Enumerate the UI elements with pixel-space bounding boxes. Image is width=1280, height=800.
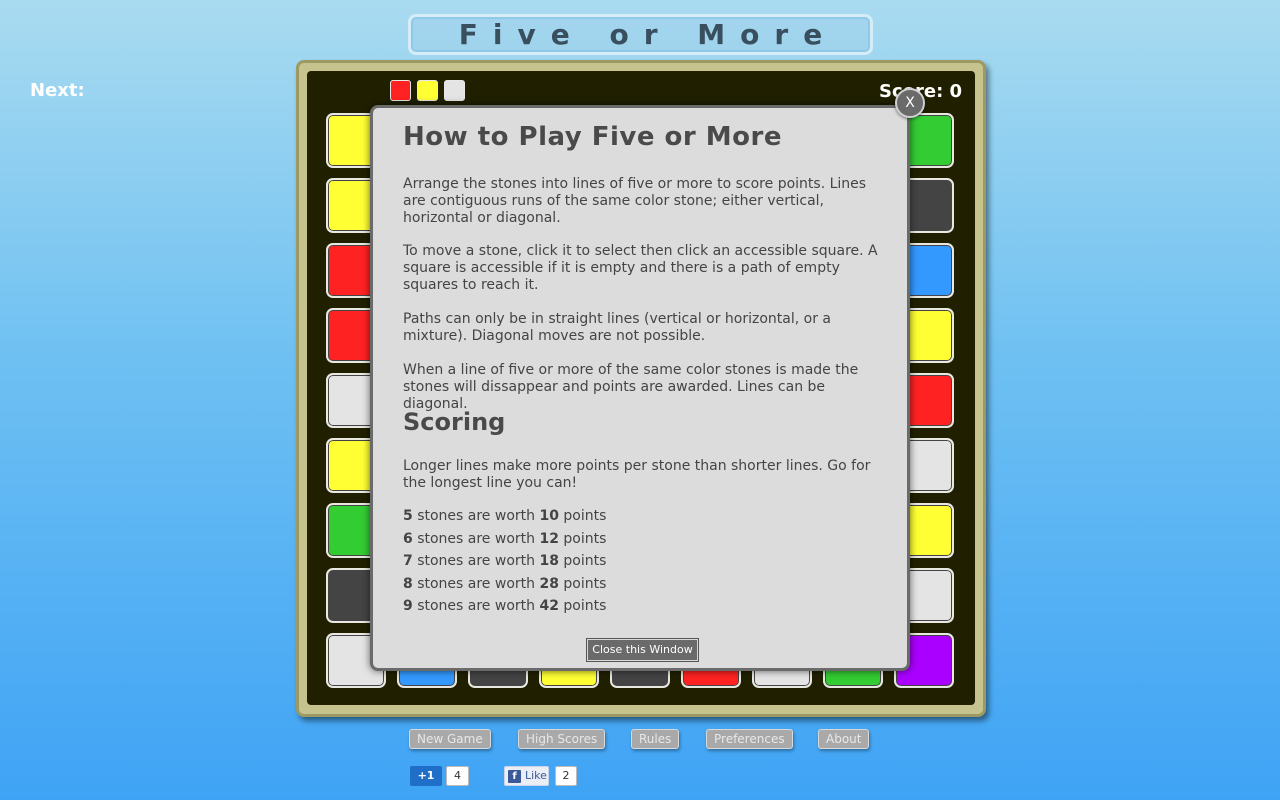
facebook-like-button[interactable]: f Like: [504, 766, 549, 786]
game-title: Five or More: [458, 18, 838, 51]
points-value: 42: [539, 598, 559, 614]
close-window-button[interactable]: Close this Window: [586, 638, 699, 662]
points-text: stones are worth: [417, 598, 536, 614]
next-stone-2: [417, 80, 438, 101]
stones-count: 6: [403, 530, 413, 547]
points-table: 5 stones are worth 10 points 6 stones ar…: [403, 508, 606, 621]
stones-count: 5: [403, 508, 413, 524]
next-stone-1: [390, 80, 411, 101]
points-unit: points: [563, 575, 607, 592]
points-row: 5 stones are worth 10 points: [403, 508, 606, 531]
stones-count: 7: [403, 553, 413, 569]
high-scores-button[interactable]: High Scores: [518, 729, 606, 749]
points-value: 28: [539, 575, 559, 592]
points-row: 8 stones are worth 28 points: [403, 576, 606, 599]
preferences-button[interactable]: Preferences: [706, 729, 793, 749]
rules-button[interactable]: Rules: [631, 729, 680, 749]
dialog-heading: How to Play Five or More: [403, 122, 782, 152]
title-banner: Five or More: [408, 14, 873, 55]
about-button[interactable]: About: [818, 729, 870, 749]
points-row: 6 stones are worth 12 points: [403, 531, 606, 554]
rules-paragraph-2: To move a stone, click it to select then…: [403, 243, 878, 293]
stones-count: 8: [403, 575, 413, 592]
google-plus-one-button[interactable]: +1: [410, 766, 442, 786]
points-value: 18: [539, 553, 559, 569]
points-row: 7 stones are worth 18 points: [403, 553, 606, 576]
close-dialog-x-button[interactable]: X: [895, 88, 925, 118]
points-value: 10: [539, 508, 559, 524]
rules-paragraph-1: Arrange the stones into lines of five or…: [403, 176, 867, 226]
new-game-button[interactable]: New Game: [409, 729, 491, 749]
google-plus-count: 4: [446, 766, 469, 786]
scoring-heading: Scoring: [403, 408, 506, 436]
points-text: stones are worth: [417, 553, 536, 569]
rules-paragraph-4: When a line of five or more of the same …: [403, 362, 859, 412]
points-unit: points: [563, 553, 607, 569]
points-unit: points: [563, 598, 607, 614]
points-text: stones are worth: [417, 530, 536, 547]
next-stone-3: [444, 80, 465, 101]
how-to-play-dialog: How to Play Five or More Arrange the sto…: [370, 105, 910, 671]
points-unit: points: [563, 530, 607, 547]
stones-count: 9: [403, 598, 413, 614]
facebook-icon: f: [508, 770, 521, 783]
points-text: stones are worth: [417, 575, 536, 592]
points-value: 12: [539, 530, 559, 547]
points-text: stones are worth: [417, 508, 536, 524]
points-row: 9 stones are worth 42 points: [403, 598, 606, 621]
points-unit: points: [563, 508, 607, 524]
next-label: Next:: [30, 80, 85, 101]
scoring-paragraph: Longer lines make more points per stone …: [403, 458, 871, 491]
rules-paragraph-3: Paths can only be in straight lines (ver…: [403, 311, 832, 344]
facebook-like-label: Like: [525, 769, 547, 782]
facebook-like-count: 2: [555, 766, 577, 786]
